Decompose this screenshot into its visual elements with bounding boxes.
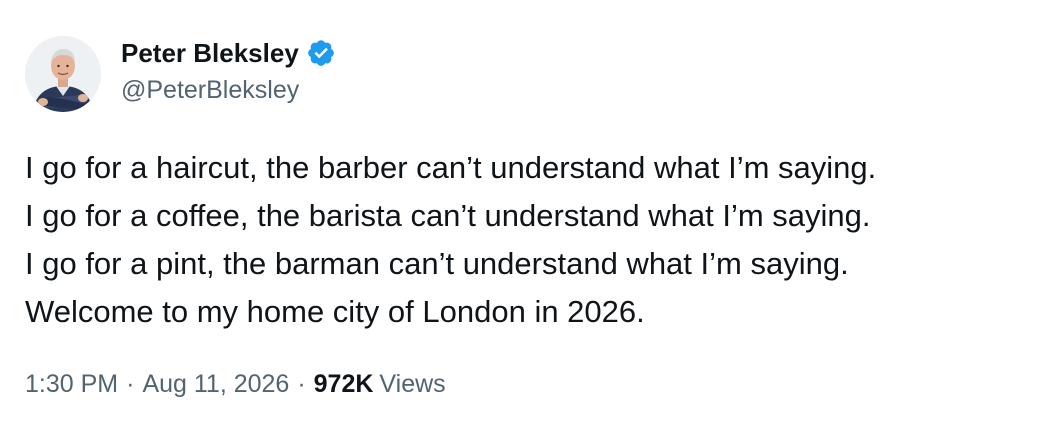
author-name-row: Peter Bleksley [121,36,336,70]
meta-separator: · [297,370,306,398]
tweet-text-line: Welcome to my home city of London in 202… [25,294,645,329]
tweet-date[interactable]: Aug 11, 2026 [142,366,289,402]
tweet-text-line: I go for a haircut, the barber can’t und… [25,150,877,185]
tweet-meta: 1:30 PM · Aug 11, 2026 · 972K Views [25,366,446,402]
views-label: Views [379,370,446,398]
avatar[interactable] [25,36,101,112]
author-handle[interactable]: @PeterBleksley [121,76,299,105]
avatar-portrait-icon [25,36,101,112]
tweet-text-line: I go for a pint, the barman can’t unders… [25,246,849,281]
tweet-time[interactable]: 1:30 PM [25,366,118,402]
meta-separator: · [126,370,135,398]
tweet-card: Peter Bleksley @PeterBleksley I go for a… [0,0,1062,433]
author-display-name[interactable]: Peter Bleksley [121,38,299,69]
tweet-text-line: I go for a coffee, the barista can’t und… [25,198,871,233]
views-count: 972K [313,370,374,398]
tweet-text: I go for a haircut, the barber can’t und… [25,144,1035,336]
verified-badge-icon[interactable] [306,38,336,68]
